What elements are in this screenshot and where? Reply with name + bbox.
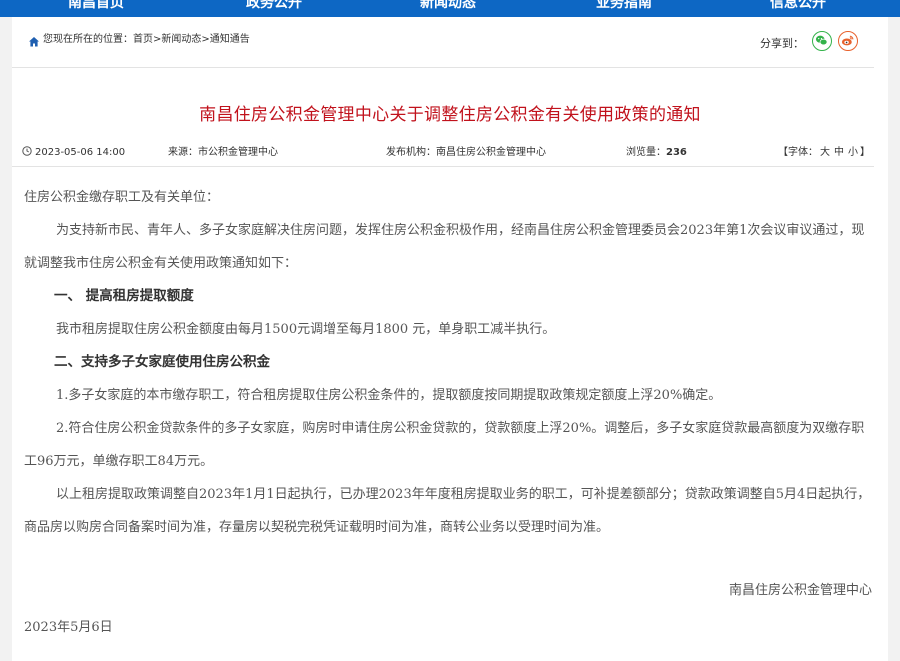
home-icon [29, 37, 39, 47]
breadcrumb-home-link[interactable]: 首页 [133, 34, 153, 45]
font-size-small-button[interactable]: 小 [848, 147, 858, 158]
publish-datetime: 2023-05-06 14:00 [22, 145, 125, 161]
share-wechat-button[interactable] [812, 31, 832, 51]
top-nav-bar: 南昌首页 政务公开 新闻动态 业务指南 信息公开 [0, 0, 900, 17]
breadcrumb-row: 您现在所在的位置：首页>新闻动态>通知通告 分享到： [12, 17, 888, 67]
source-label: 来源： [168, 147, 198, 158]
publisher-value: 南昌住房公积金管理中心 [436, 147, 546, 158]
intro-paragraph: 为支持新市民、青年人、多子女家庭解决住房问题，发挥住房公积金积极作用，经南昌住房… [24, 223, 865, 271]
article-body: 住房公积金缴存职工及有关单位： 为支持新市民、青年人、多子女家庭解决住房问题，发… [24, 177, 874, 644]
divider [12, 166, 874, 167]
nav-item-government-affairs[interactable]: 政务公开 [246, 0, 302, 13]
share-label: 分享到： [760, 37, 804, 50]
breadcrumb-current-link[interactable]: 通知通告 [210, 34, 250, 45]
article-source: 来源：市公积金管理中心 [168, 145, 278, 161]
publish-datetime-text: 2023-05-06 14:00 [35, 147, 126, 158]
views-label: 浏览量： [626, 147, 666, 158]
source-value: 市公积金管理中心 [198, 147, 278, 158]
signature: 南昌住房公积金管理中心 [728, 583, 872, 598]
article-title: 南昌住房公积金管理中心关于调整住房公积金有关使用政策的通知 [199, 105, 701, 125]
font-size-close: 】 [860, 147, 870, 158]
issue-date: 2023年5月6日 [24, 620, 113, 635]
weibo-icon [841, 35, 854, 46]
breadcrumb-separator: > [201, 34, 210, 45]
clock-icon [22, 146, 32, 156]
article-publisher: 发布机构：南昌住房公积金管理中心 [386, 145, 546, 161]
article-card: 您现在所在的位置：首页>新闻动态>通知通告 分享到： 南昌住房公积金管理中心关于… [12, 17, 888, 661]
section-heading-2: 二、支持多子女家庭使用住房公积金 [54, 354, 270, 370]
section-heading-1: 一、 提高租房提取额度 [54, 288, 194, 304]
font-size-large-button[interactable]: 大 [820, 147, 830, 158]
publisher-label: 发布机构： [386, 147, 436, 158]
article-views: 浏览量：236 [626, 145, 687, 161]
article-meta: 2023-05-06 14:00 来源：市公积金管理中心 发布机构：南昌住房公积… [12, 145, 888, 161]
font-size-control: 【字体：大中小】 [778, 145, 870, 161]
section-2-item-1: 1.多子女家庭的本市缴存职工，符合租房提取住房公积金条件的，提取额度按同期提取政… [56, 388, 722, 403]
wechat-icon [815, 35, 828, 46]
nav-item-home[interactable]: 南昌首页 [68, 0, 124, 13]
section-1-paragraph: 我市租房提取住房公积金额度由每月1500元调增至每月1800 元，单身职工减半执… [56, 322, 556, 337]
font-size-label: 【字体： [778, 147, 818, 158]
breadcrumb-prefix: 您现在所在的位置： [43, 34, 133, 45]
nav-item-info-disclosure[interactable]: 信息公开 [770, 0, 826, 13]
share-weibo-button[interactable] [838, 31, 858, 51]
salutation: 住房公积金缴存职工及有关单位： [24, 190, 220, 205]
views-count: 236 [666, 147, 687, 158]
divider [12, 67, 874, 68]
breadcrumb-news-link[interactable]: 新闻动态 [161, 34, 201, 45]
nav-item-business-guide[interactable]: 业务指南 [596, 0, 652, 13]
breadcrumb: 您现在所在的位置：首页>新闻动态>通知通告 [43, 33, 250, 47]
section-2-item-2: 2.符合住房公积金贷款条件的多子女家庭，购房时申请住房公积金贷款的，贷款额度上浮… [24, 421, 865, 469]
final-paragraph: 以上租房提取政策调整自2023年1月1日起执行，已办理2023年年度租房提取业务… [24, 487, 871, 535]
nav-item-news[interactable]: 新闻动态 [420, 0, 476, 13]
font-size-medium-button[interactable]: 中 [834, 147, 844, 158]
